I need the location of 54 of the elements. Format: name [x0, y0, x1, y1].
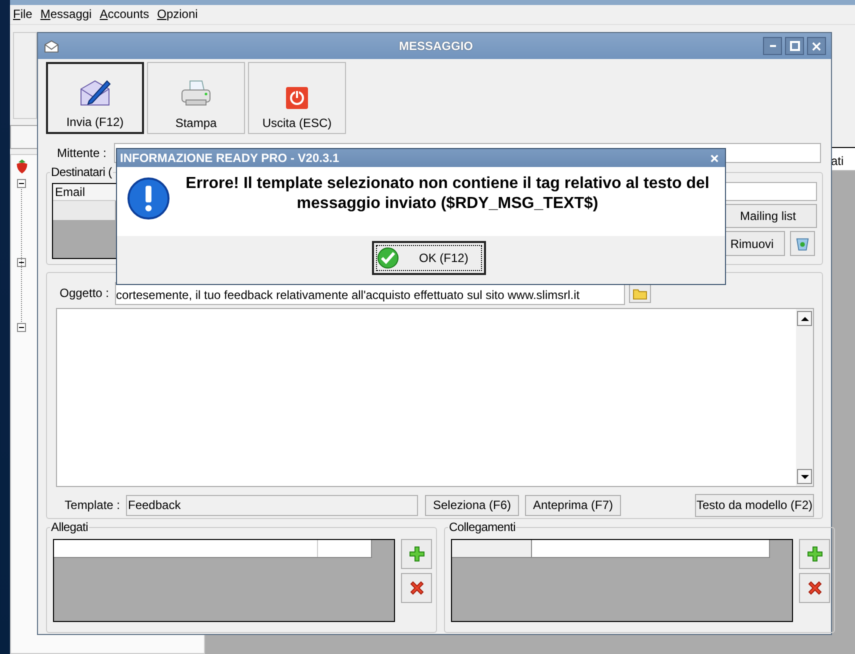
up-arrow-icon — [800, 316, 808, 320]
strawberry-icon — [15, 158, 29, 175]
power-icon — [285, 86, 309, 110]
template-label: Template : — [64, 498, 120, 512]
delete-button[interactable] — [401, 573, 432, 603]
scroll-up-button[interactable] — [797, 311, 812, 326]
group-title: Collegamenti — [448, 520, 516, 534]
toolbar-button[interactable]: Invia (F12) — [46, 62, 144, 134]
toolbar-button[interactable]: Uscita (ESC) — [248, 62, 346, 134]
menu-item[interactable]: Accounts — [96, 5, 154, 24]
group-title: Destinatari ( — [50, 165, 113, 179]
template-text-button[interactable]: Testo da modello (F2) — [695, 494, 814, 516]
delete-button[interactable] — [799, 573, 830, 603]
select-button[interactable]: Seleziona (F6) — [425, 494, 519, 516]
collapse-icon[interactable] — [17, 323, 26, 332]
close-icon — [812, 42, 821, 50]
scrollbar[interactable] — [796, 309, 813, 486]
checkmark-icon — [377, 247, 399, 269]
collapse-icon[interactable] — [17, 258, 26, 267]
menu-item[interactable]: Opzioni — [154, 5, 203, 24]
menu-item[interactable]: Messaggi — [37, 5, 97, 24]
ok-button[interactable]: OK (F12) — [372, 241, 486, 275]
cross-icon — [806, 580, 822, 596]
exclamation-icon — [127, 177, 170, 220]
column-header: Email — [55, 185, 86, 199]
close-button[interactable] — [807, 37, 826, 55]
plus-icon — [806, 546, 822, 562]
add-button[interactable] — [401, 539, 432, 569]
scroll-down-button[interactable] — [797, 469, 812, 484]
subject-label: Oggetto : — [58, 286, 109, 300]
plus-icon — [408, 546, 424, 562]
menu-item[interactable]: File — [10, 5, 38, 24]
envelope-icon — [44, 40, 59, 52]
maximize-icon — [790, 41, 800, 51]
minimize-icon — [770, 45, 776, 47]
window-title: MESSAGGIO — [398, 39, 474, 53]
error-message: Errore! Il template selezionato non contiene il tag relativo al testo del messaggio inviato ($RDY_MSG_TEXT$) — [184, 174, 710, 214]
dialog-title: INFORMAZIONE READY PRO - V20.3.1 — [120, 151, 340, 165]
close-icon — [710, 154, 718, 162]
preview-button[interactable]: Anteprima (F7) — [525, 494, 621, 516]
column-header: ati — [831, 154, 845, 170]
collapse-icon[interactable] — [17, 179, 26, 188]
folder-button[interactable] — [629, 283, 651, 303]
template-field: Feedback — [126, 494, 418, 516]
trash-icon — [795, 236, 810, 251]
minimize-button[interactable] — [763, 37, 782, 55]
down-arrow-icon — [800, 474, 808, 478]
cross-icon — [408, 580, 424, 596]
trash-button[interactable] — [790, 231, 815, 256]
toolbar-button[interactable]: Stampa — [147, 62, 245, 134]
maximize-button[interactable] — [785, 37, 804, 55]
add-button[interactable] — [799, 539, 830, 569]
sender-label: Mittente : — [57, 146, 108, 160]
group-title: Allegati — [50, 520, 89, 534]
